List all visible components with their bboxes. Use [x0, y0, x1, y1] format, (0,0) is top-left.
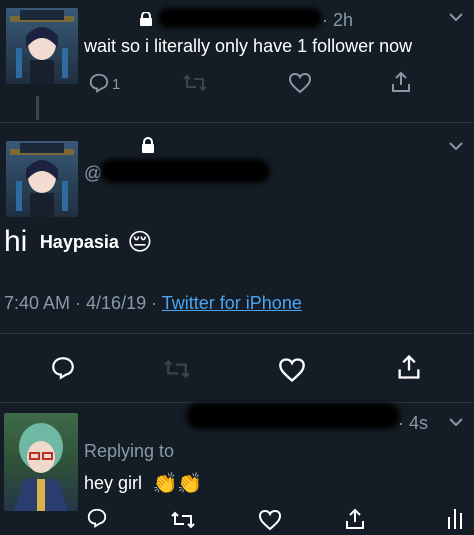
lock-icon — [140, 137, 156, 153]
handle-redacted — [100, 159, 270, 183]
timestamp: 7:40 AM · 4/16/19 · — [4, 293, 158, 313]
analytics-icon[interactable] — [446, 507, 464, 529]
share-icon[interactable] — [390, 70, 412, 94]
like-icon[interactable] — [288, 72, 312, 94]
share-icon[interactable] — [344, 507, 366, 531]
chevron-down-icon[interactable] — [448, 12, 464, 22]
reply-count: 1 — [112, 76, 121, 93]
reply-icon[interactable] — [86, 507, 108, 529]
tweet-time: · 4s — [398, 413, 429, 433]
thread-line — [36, 96, 39, 120]
divider — [0, 333, 474, 334]
pensive-emoji-icon: 😔 — [127, 228, 153, 256]
like-icon[interactable] — [278, 357, 306, 383]
like-icon[interactable] — [258, 509, 282, 531]
replying-to-label: Replying to — [84, 441, 175, 461]
timestamp-row: 7:40 AM · 4/16/19 · Twitter for iPhone — [4, 293, 302, 314]
avatar[interactable] — [4, 413, 78, 511]
chevron-down-icon[interactable] — [448, 417, 464, 427]
tweet-item[interactable]: · 2h wait so i literally only have 1 fol… — [0, 0, 474, 118]
tweet-body: hi Haypasia 😔 — [4, 225, 152, 259]
chevron-down-icon[interactable] — [448, 141, 464, 151]
share-icon[interactable] — [396, 353, 422, 381]
clapping-hands-icon: 👏👏 — [152, 473, 203, 495]
reply-body: hey girl 👏👏 — [84, 471, 202, 496]
username-redacted — [158, 8, 322, 28]
reply-text: hey girl — [84, 473, 143, 493]
tweet-text-name: Haypasia — [39, 231, 119, 252]
tweet-text-hi: hi — [4, 225, 28, 258]
reply-tweet[interactable]: · 4s Replying to hey girl 👏👏 — [0, 403, 474, 535]
client-link[interactable]: Twitter for iPhone — [162, 293, 302, 313]
avatar[interactable] — [6, 8, 78, 84]
tweet-text: wait so i literally only have 1 follower… — [84, 36, 413, 56]
reply-icon[interactable] — [50, 355, 76, 381]
retweet-icon[interactable] — [162, 357, 192, 381]
reply-icon[interactable] — [88, 72, 110, 94]
retweet-icon[interactable] — [170, 509, 196, 531]
avatar[interactable] — [6, 141, 78, 217]
lock-icon — [138, 12, 154, 26]
retweet-icon[interactable] — [182, 72, 208, 94]
tweet-time: · 2h — [322, 10, 354, 30]
main-tweet: @ hi Haypasia 😔 7:40 AM · 4/16/19 · Twit… — [0, 123, 474, 393]
username-redacted — [186, 403, 400, 429]
